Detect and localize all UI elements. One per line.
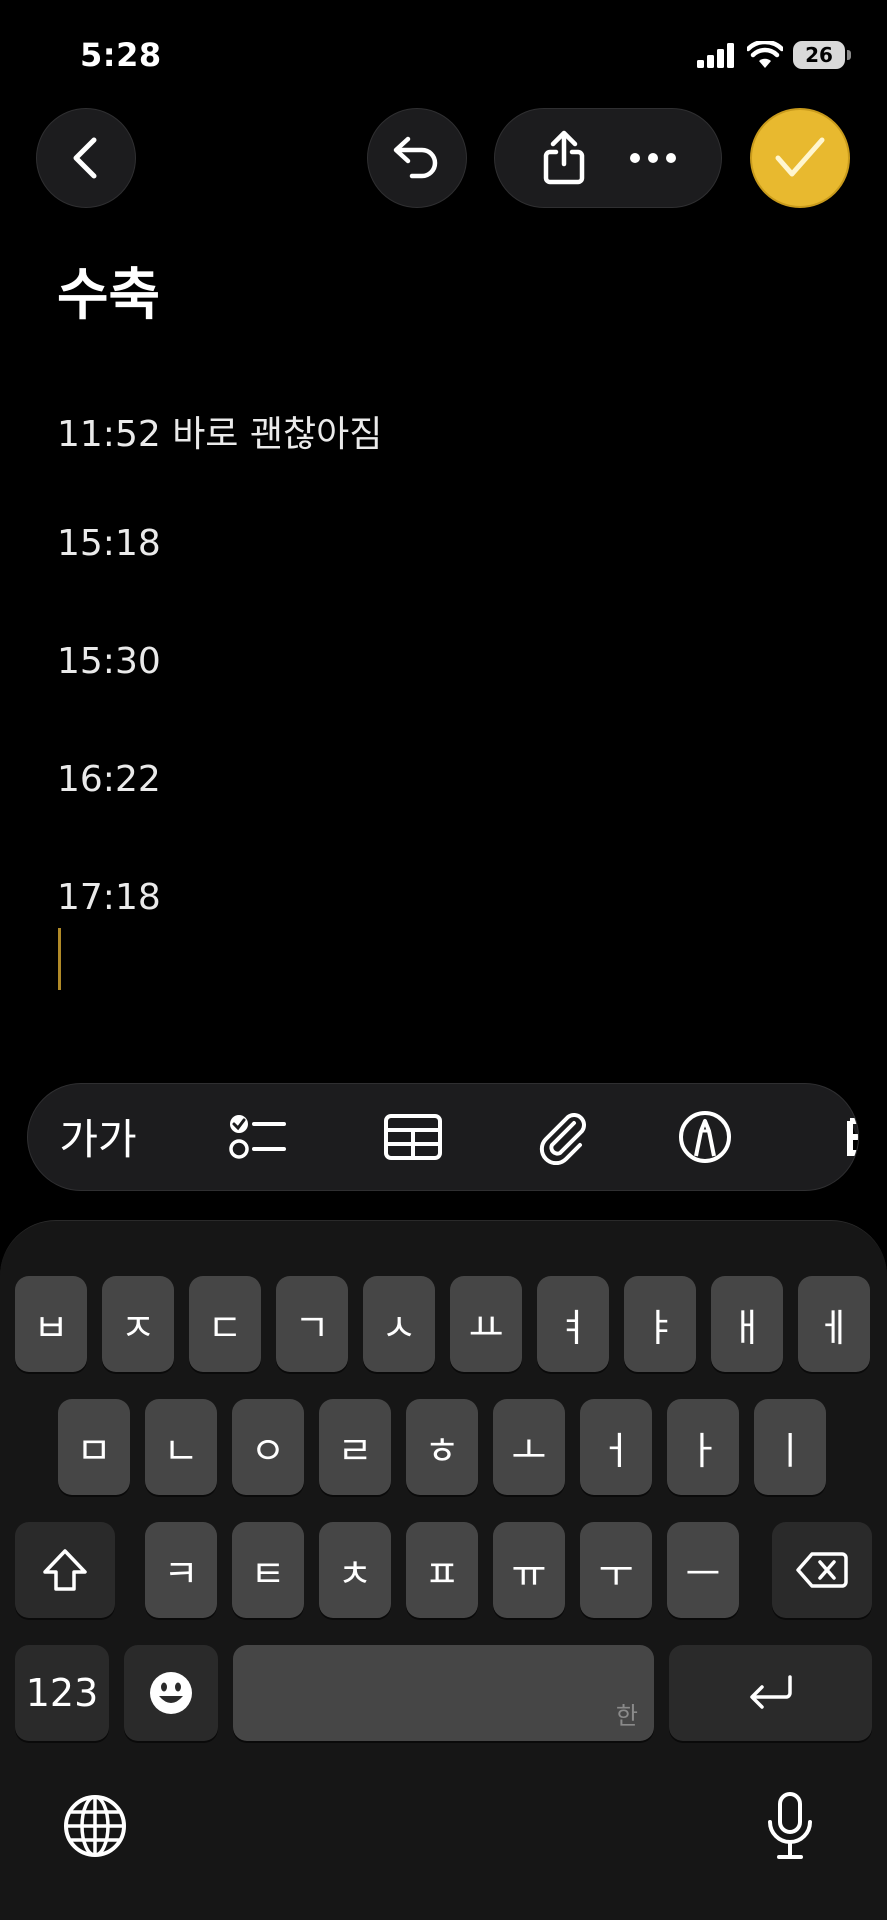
delete-icon [796,1552,848,1588]
key[interactable]: ㅓ [580,1399,652,1495]
note-title[interactable]: 수축 [57,250,160,331]
undo-button[interactable] [367,108,467,208]
numbers-key[interactable]: 123 [15,1645,109,1741]
checklist-button[interactable] [208,1084,308,1189]
key[interactable]: ㅍ [406,1522,478,1618]
battery-indicator: 26 [793,41,851,69]
key[interactable]: ㅡ [667,1522,739,1618]
numbers-key-label: 123 [25,1671,99,1715]
markup-button[interactable] [655,1084,755,1189]
note-line[interactable]: 11:52 바로 괜찮아짐 [57,405,382,457]
text-format-button[interactable]: 가가 [48,1084,148,1189]
text-cursor [58,928,61,990]
note-line[interactable]: 15:18 [57,523,161,564]
formatting-toolbar: 가가 [27,1083,859,1191]
emoji-icon [150,1672,192,1714]
key[interactable]: ㄱ [276,1276,348,1372]
more-button[interactable] [613,118,693,198]
keyboard: ㅂ ㅈ ㄷ ㄱ ㅅ ㅛ ㅕ ㅑ ㅐ ㅔ ㅁ ㄴ ㅇ ㄹ ㅎ ㅗ ㅓ ㅏ ㅣ ㅋ … [0,1220,887,1920]
table-button[interactable] [363,1084,463,1189]
delete-key[interactable] [772,1522,872,1618]
key[interactable]: ㅑ [624,1276,696,1372]
text-format-label: 가가 [59,1115,137,1164]
chevron-left-icon [73,137,97,179]
key[interactable]: ㅣ [754,1399,826,1495]
key[interactable]: ㅊ [319,1522,391,1618]
key[interactable]: ㅁ [58,1399,130,1495]
return-icon [749,1675,792,1709]
space-key[interactable]: 한 [233,1645,654,1741]
key[interactable]: ㄷ [189,1276,261,1372]
key[interactable]: ㅕ [537,1276,609,1372]
key[interactable]: ㅅ [363,1276,435,1372]
key[interactable]: ㄴ [145,1399,217,1495]
key[interactable]: ㅎ [406,1399,478,1495]
dictation-button[interactable] [750,1786,830,1866]
key[interactable]: ㅛ [450,1276,522,1372]
undo-icon [393,136,438,179]
actions-pill [494,108,722,208]
attachment-button[interactable] [514,1084,614,1189]
key[interactable]: ㅔ [798,1276,870,1372]
key[interactable]: ㅌ [232,1522,304,1618]
key[interactable]: ㅇ [232,1399,304,1495]
share-button[interactable] [524,118,604,198]
checklist-icon [229,1114,286,1159]
key[interactable]: ㅐ [711,1276,783,1372]
apple-intelligence-icon [847,1117,858,1156]
status-time: 5:28 [80,36,162,74]
shift-icon [43,1549,87,1591]
attachment-icon [539,1112,586,1165]
key[interactable]: ㅗ [493,1399,565,1495]
key[interactable]: ㅠ [493,1522,565,1618]
wifi-icon [747,41,783,68]
key[interactable]: ㅜ [580,1522,652,1618]
table-icon [384,1113,442,1160]
share-icon [543,130,584,185]
more-tools-button[interactable] [846,1084,858,1189]
input-language-hint: 한 [615,1702,638,1730]
key[interactable]: ㅏ [667,1399,739,1495]
emoji-key[interactable] [124,1645,218,1741]
markup-icon [679,1110,731,1163]
globe-button[interactable] [55,1786,135,1866]
return-key[interactable] [669,1645,872,1741]
key[interactable]: ㅋ [145,1522,217,1618]
key[interactable]: ㅂ [15,1276,87,1372]
done-button[interactable] [750,108,850,208]
note-line[interactable]: 17:18 [57,877,161,918]
battery-level: 26 [805,43,833,67]
status-icons: 26 [697,38,851,72]
shift-key[interactable] [15,1522,115,1618]
microphone-icon [768,1792,812,1859]
globe-icon [64,1795,126,1857]
back-button[interactable] [36,108,136,208]
note-line[interactable]: 16:22 [57,759,161,800]
key[interactable]: ㄹ [319,1399,391,1495]
cellular-signal-icon [697,43,734,68]
note-line[interactable]: 15:30 [57,641,161,682]
ellipsis-icon [629,153,676,163]
checkmark-icon [775,137,825,177]
key[interactable]: ㅈ [102,1276,174,1372]
